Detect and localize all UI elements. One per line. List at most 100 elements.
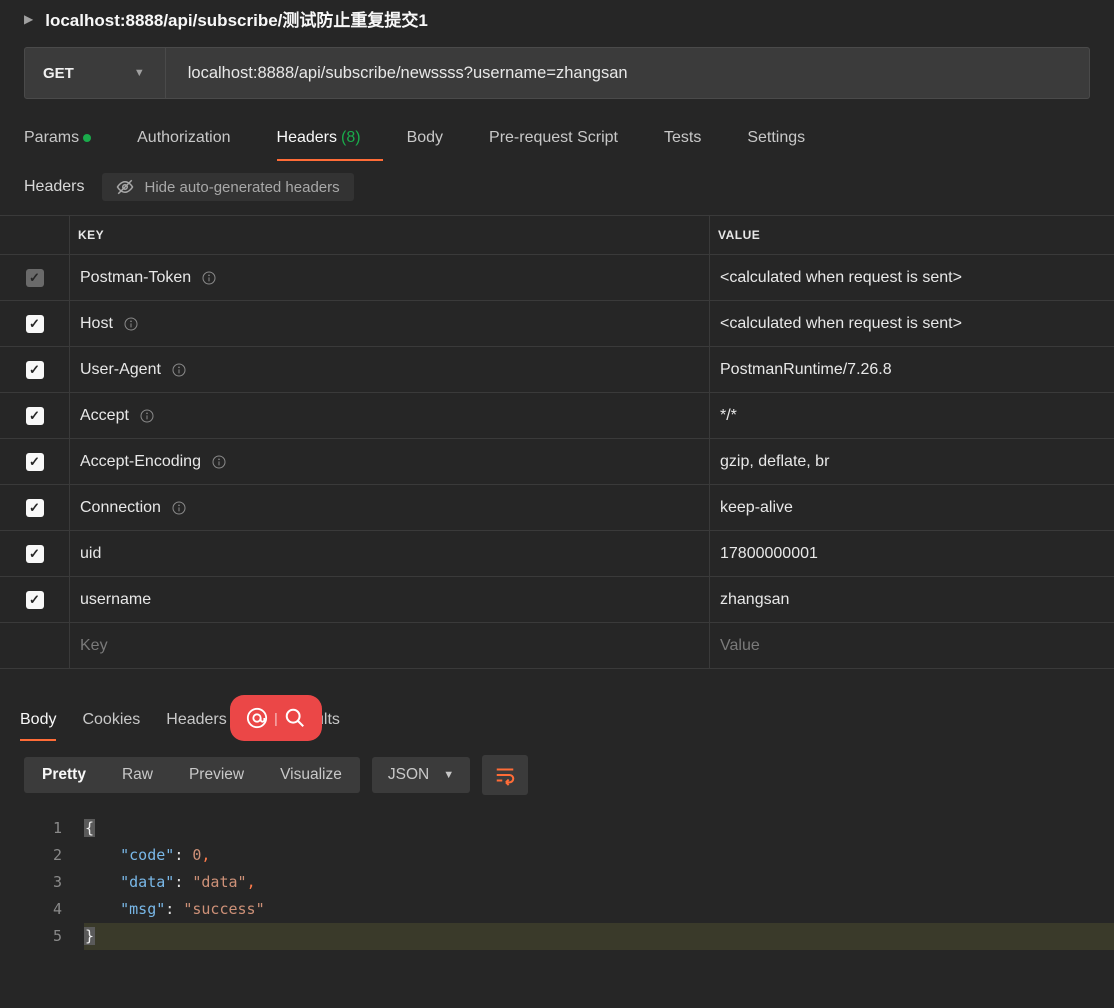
row-checkbox-cell[interactable]: ✓ — [0, 301, 70, 346]
header-key: uid — [80, 545, 101, 563]
headers-sub-bar: Headers Hide auto-generated headers — [0, 161, 1114, 213]
tab-tests-label: Tests — [664, 129, 701, 146]
visualize-button[interactable]: Visualize — [262, 757, 360, 793]
caret-right-icon[interactable]: ▶ — [24, 12, 33, 26]
checkbox[interactable]: ✓ — [26, 499, 44, 517]
tab-settings[interactable]: Settings — [747, 121, 827, 161]
hide-headers-label: Hide auto-generated headers — [144, 179, 339, 196]
preview-button[interactable]: Preview — [171, 757, 262, 793]
row-key-cell[interactable]: Connection — [70, 485, 710, 530]
resp-tab-cookies[interactable]: Cookies — [82, 705, 140, 741]
new-row-value-input[interactable]: Value — [710, 623, 1114, 668]
code-brace: { — [84, 819, 95, 837]
tab-headers-label: Headers — [277, 129, 337, 146]
table-row[interactable]: ✓ Postman-Token <calculated when request i… — [0, 255, 1114, 301]
tab-tests[interactable]: Tests — [664, 121, 723, 161]
tab-params[interactable]: Params — [24, 121, 113, 161]
header-key: username — [80, 591, 151, 609]
tab-settings-label: Settings — [747, 129, 805, 146]
row-checkbox-cell[interactable]: ✓ — [0, 439, 70, 484]
row-value-cell[interactable]: PostmanRuntime/7.26.8 — [710, 347, 1114, 392]
at-circle-icon — [246, 707, 268, 729]
table-row[interactable]: ✓ Host <calculated when request is sent> — [0, 301, 1114, 347]
row-key-cell[interactable]: Postman-Token — [70, 255, 710, 300]
checkbox[interactable]: ✓ — [26, 269, 44, 287]
header-value: gzip, deflate, br — [720, 453, 829, 471]
code-value: "data" — [192, 873, 246, 891]
table-row[interactable]: ✓ username zhangsan — [0, 577, 1114, 623]
row-key-cell[interactable]: username — [70, 577, 710, 622]
row-value-cell[interactable]: gzip, deflate, br — [710, 439, 1114, 484]
th-key: KEY — [70, 216, 710, 254]
chevron-down-icon: ▼ — [443, 769, 454, 781]
row-value-cell[interactable]: 17800000001 — [710, 531, 1114, 576]
code-key: "data" — [120, 873, 174, 891]
new-row-key-input[interactable]: Key — [70, 623, 710, 668]
tab-authorization[interactable]: Authorization — [137, 121, 252, 161]
row-checkbox-cell[interactable]: ✓ — [0, 577, 70, 622]
checkbox[interactable]: ✓ — [26, 453, 44, 471]
resp-tab-body[interactable]: Body — [20, 705, 56, 741]
new-row-checkbox[interactable] — [0, 623, 70, 668]
table-row[interactable]: ✓ Accept */* — [0, 393, 1114, 439]
checkbox[interactable]: ✓ — [26, 407, 44, 425]
method-select[interactable]: GET ▼ — [25, 48, 166, 98]
row-key-cell[interactable]: User-Agent — [70, 347, 710, 392]
table-row[interactable]: ✓ uid 17800000001 — [0, 531, 1114, 577]
header-key: Host — [80, 315, 113, 333]
row-value-cell[interactable]: <calculated when request is sent> — [710, 255, 1114, 300]
header-value: */* — [720, 407, 737, 425]
line-number: 5 — [0, 923, 84, 950]
pretty-button[interactable]: Pretty — [24, 757, 104, 793]
format-select[interactable]: JSON ▼ — [372, 757, 470, 793]
overlay-widget[interactable]: | — [230, 695, 322, 741]
checkbox[interactable]: ✓ — [26, 591, 44, 609]
hide-headers-button[interactable]: Hide auto-generated headers — [102, 173, 353, 201]
tab-prerequest[interactable]: Pre-request Script — [489, 121, 640, 161]
request-name[interactable]: localhost:8888/api/subscribe/测试防止重复提交1 — [45, 6, 428, 31]
checkbox[interactable]: ✓ — [26, 315, 44, 333]
tab-params-label: Params — [24, 129, 79, 146]
code-key: "msg" — [120, 900, 165, 918]
row-value-cell[interactable]: zhangsan — [710, 577, 1114, 622]
row-checkbox-cell[interactable]: ✓ — [0, 255, 70, 300]
row-checkbox-cell[interactable]: ✓ — [0, 485, 70, 530]
response-body[interactable]: 1{ 2 "code": 0, 3 "data": "data", 4 "msg… — [0, 809, 1114, 950]
table-row-new[interactable]: Key Value — [0, 623, 1114, 669]
response-tabs: Body Cookies Headers Test Results | — [0, 669, 1114, 741]
row-key-cell[interactable]: Accept-Encoding — [70, 439, 710, 484]
tab-body[interactable]: Body — [407, 121, 465, 161]
info-icon — [171, 500, 187, 516]
table-row[interactable]: ✓ Connection keep-alive — [0, 485, 1114, 531]
table-row[interactable]: ✓ User-AgentPostmanRuntime/7.26.8 — [0, 347, 1114, 393]
checkbox[interactable]: ✓ — [26, 361, 44, 379]
row-value-cell[interactable]: keep-alive — [710, 485, 1114, 530]
header-key: Connection — [80, 499, 161, 517]
row-value-cell[interactable]: */* — [710, 393, 1114, 438]
row-checkbox-cell[interactable]: ✓ — [0, 347, 70, 392]
wrap-button[interactable] — [482, 755, 528, 795]
code-value: "success" — [183, 900, 264, 918]
raw-button[interactable]: Raw — [104, 757, 171, 793]
row-key-cell[interactable]: uid — [70, 531, 710, 576]
table-row[interactable]: ✓ Accept-Encoding gzip, deflate, br — [0, 439, 1114, 485]
row-value-cell[interactable]: <calculated when request is sent> — [710, 301, 1114, 346]
url-input[interactable]: localhost:8888/api/subscribe/newssss?use… — [166, 48, 1089, 98]
line-number: 3 — [0, 869, 84, 896]
row-checkbox-cell[interactable]: ✓ — [0, 531, 70, 576]
info-icon — [211, 454, 227, 470]
info-icon — [201, 270, 217, 286]
resp-tab-headers[interactable]: Headers — [166, 705, 226, 741]
line-number: 2 — [0, 842, 84, 869]
header-value: <calculated when request is sent> — [720, 269, 962, 287]
row-key-cell[interactable]: Accept — [70, 393, 710, 438]
tab-headers[interactable]: Headers(8) — [277, 121, 383, 161]
header-key: Accept — [80, 407, 129, 425]
table-head: KEY VALUE — [0, 216, 1114, 255]
code-brace: } — [84, 927, 95, 945]
checkbox[interactable]: ✓ — [26, 545, 44, 563]
row-key-cell[interactable]: Host — [70, 301, 710, 346]
row-checkbox-cell[interactable]: ✓ — [0, 393, 70, 438]
method-url-row: GET ▼ localhost:8888/api/subscribe/newss… — [24, 47, 1090, 99]
th-checkbox — [0, 216, 70, 254]
